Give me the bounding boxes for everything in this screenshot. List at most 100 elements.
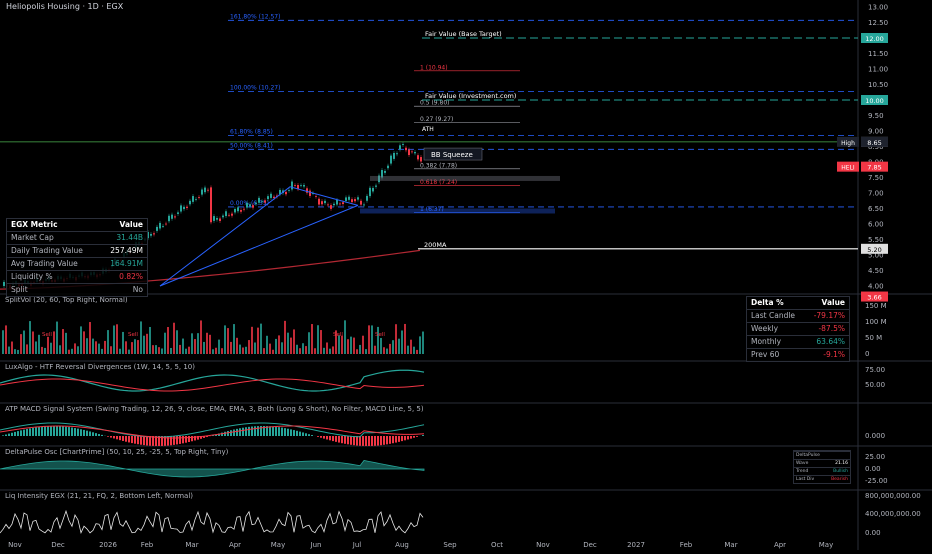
sell-label: Sell (42, 332, 52, 338)
volume-bar (332, 346, 334, 354)
time-tick: Aug (395, 541, 409, 549)
candle-body (294, 185, 296, 186)
volume-bar (356, 349, 358, 354)
volume-bar (110, 346, 112, 354)
volume-bar (413, 347, 415, 354)
time-tick: Jul (352, 541, 362, 549)
candle-body (261, 201, 263, 202)
volume-bar (185, 349, 187, 354)
table-row: Last DivBearish (794, 475, 850, 483)
candle-body (267, 196, 269, 199)
volume-bar (251, 327, 253, 354)
candle-body (186, 207, 188, 208)
pane-title: Liq Intensity EGX (21, 21, FQ, 2, Bottom… (5, 492, 193, 500)
volume-bar (104, 341, 106, 354)
macd-bar (122, 436, 124, 441)
candle-body (231, 214, 233, 216)
macd-bar (239, 428, 241, 436)
volume-bar (179, 345, 181, 354)
fib-level-label: 50.00% (8.41) (230, 142, 273, 149)
volume-bar (155, 345, 157, 354)
volume-bar (260, 324, 262, 354)
candle-body (411, 151, 413, 152)
macd-bar (248, 427, 250, 436)
price-tick: 4.50 (868, 267, 884, 275)
candle-body (357, 197, 359, 199)
macd-bar (131, 436, 133, 443)
time-tick: Mar (724, 541, 737, 549)
candle-body (327, 204, 329, 205)
volume-bar (218, 340, 220, 354)
table-header: Value (120, 219, 143, 231)
macd-bar (329, 436, 331, 440)
volume-bar (8, 347, 10, 354)
volume-bar (206, 333, 208, 354)
macd-bar (383, 436, 385, 445)
candle-body (264, 200, 266, 202)
table-row: Wave21.16 (794, 459, 850, 467)
macd-bar (173, 436, 175, 445)
pane-tick: 0 (865, 350, 869, 358)
volume-bar (122, 332, 124, 354)
volume-bar (197, 333, 199, 354)
macd-bar (227, 431, 229, 436)
volume-bar (272, 350, 274, 354)
fib-level-label: 61.80% (8.85) (230, 129, 273, 136)
macd-bar (137, 436, 139, 444)
macd-bar (374, 436, 376, 446)
candle-body (408, 150, 410, 155)
volume-bar (248, 340, 250, 354)
price-tick: 7.50 (868, 174, 884, 182)
candle-body (213, 216, 215, 221)
pane-title: DeltaPulse Osc [ChartPrime] (50, 10, 25,… (5, 448, 228, 456)
candle-body (243, 209, 245, 210)
macd-bar (368, 436, 370, 446)
volume-bar (146, 334, 148, 354)
volume-bar (173, 323, 175, 354)
macd-bar (386, 436, 388, 444)
candle-body (348, 197, 350, 200)
volume-bar (164, 333, 166, 354)
volume-bar (56, 322, 58, 354)
volume-bar (17, 350, 19, 354)
price-tag-text: 5.20 (867, 246, 881, 254)
sell-label: Sell (128, 332, 138, 338)
volume-bar (200, 320, 202, 354)
candle-body (216, 218, 218, 220)
egx-metric-table: EGX MetricValueMarket Cap31.44BDaily Tra… (6, 218, 148, 297)
table-row: Daily Trading Value257.49M (7, 244, 147, 257)
macd-bar (338, 436, 340, 443)
macd-bar (44, 426, 46, 436)
macd-bar (29, 428, 31, 436)
macd-bar (320, 436, 322, 438)
macd-bar (47, 426, 49, 436)
candle-body (399, 145, 401, 149)
macd-bar (392, 436, 394, 443)
volume-bar (71, 349, 73, 354)
macd-bar (182, 436, 184, 443)
volume-bar (296, 345, 298, 354)
time-tick: Dec (583, 541, 597, 549)
volume-bar (107, 330, 109, 354)
time-tick: Apr (229, 541, 241, 549)
candle-body (159, 223, 161, 229)
candle-body (3, 282, 5, 286)
macd-bar (86, 431, 88, 436)
volume-bar (26, 344, 28, 354)
macd-bar (347, 436, 349, 444)
volume-bar (101, 349, 103, 354)
volume-bar (236, 338, 238, 354)
volume-bar (278, 335, 280, 354)
volume-bar (386, 349, 388, 354)
time-tick: Sep (443, 541, 457, 549)
volume-bar (230, 342, 232, 354)
macd-bar (275, 427, 277, 436)
pane-tick: 100 M (865, 318, 887, 326)
price-tag-label: HELI (841, 165, 855, 172)
volume-bar (161, 348, 163, 354)
macd-bar (110, 436, 112, 438)
table-row: Weekly-87.5% (747, 322, 849, 335)
macd-bar (53, 426, 55, 436)
macd-bar (287, 429, 289, 436)
macd-bar (17, 431, 19, 436)
